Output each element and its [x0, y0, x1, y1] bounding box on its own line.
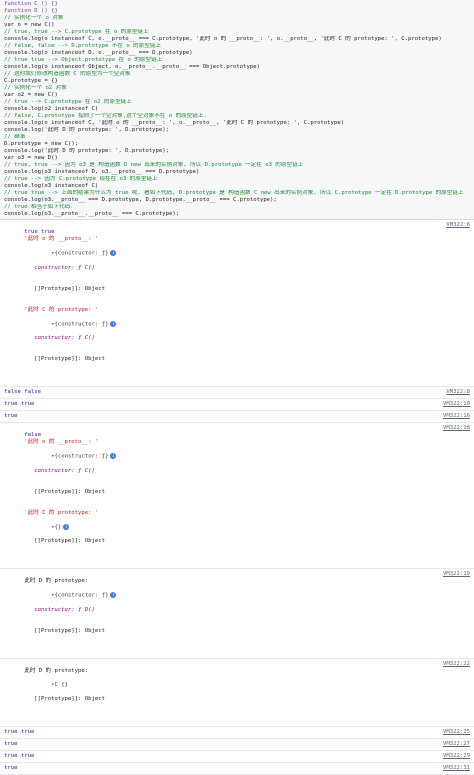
code-line: console.log(o instanceof D, o.__proto__ … — [4, 50, 193, 56]
code-line: console.log(o instanceof Object, o.__pro… — [4, 64, 260, 70]
string-output: '此时 C 的 prototype: ' — [24, 509, 99, 516]
object-preview[interactable]: {constructor: ƒ} — [55, 251, 109, 257]
code-line: // true true --> 上面的结果为什么为 true 呢, 看如下代码… — [4, 190, 464, 196]
source-link[interactable]: VM322:19 — [436, 569, 474, 578]
source-link[interactable]: VM322:8 — [436, 387, 474, 396]
info-icon[interactable]: i — [63, 523, 70, 530]
bool-output: false false — [4, 389, 42, 395]
console-row: true true VM322:29 — [0, 751, 474, 763]
bool-output: true — [4, 413, 18, 419]
object-preview[interactable]: {} — [55, 524, 62, 530]
string-output: '此时 C 的 prototype: ' — [24, 306, 99, 313]
bool-output: true true — [4, 752, 35, 759]
code-line: // true --> 因为 C.prototype 现在在 o3 的原型链上 — [4, 176, 158, 182]
console-row: false false VM322:8 — [0, 387, 474, 399]
code-line: // false, C.prototype 指向了一个空对象,这个空对象不在 o… — [4, 113, 207, 119]
bool-output: true true — [4, 728, 35, 735]
console-row: false '此时 o 的 __proto__: ' ▾{constructor… — [0, 423, 474, 569]
source-link[interactable]: VM322:6 — [436, 220, 474, 229]
code-line: // true true --> Object.prototype 在 o 的原… — [4, 57, 163, 63]
code-block: function C () {} function D () {}// 实例化一个… — [0, 0, 474, 220]
code-line: // 实例化一个 o2 对象 — [4, 85, 67, 91]
console-row: 此时 D 的 prototype: ▾{constructor: ƒ} i con… — [0, 569, 474, 659]
string-output: '此时 o 的 __proto__: ' — [24, 236, 99, 242]
code-line: console.log(o3.__proto__ === D.prototype… — [4, 197, 277, 203]
code-line: D.prototype = new C(); — [4, 141, 79, 147]
source-link[interactable]: VM322:22 — [436, 659, 474, 668]
source-link[interactable]: VM322:10 — [436, 399, 474, 408]
code-line: // true, true --> C.prototype 在 o 的原型链上 — [4, 29, 149, 35]
string-output: 此时 D 的 prototype: — [24, 578, 92, 584]
code-line: console.log(o2 instanceof C) — [4, 106, 99, 112]
code-line: // 实例化一个 o 对象 — [4, 15, 64, 21]
console-row: true true VM322:10 — [0, 399, 474, 411]
code-line: console.log(o instanceof C, o.__proto__ … — [4, 36, 442, 42]
info-icon[interactable]: i — [110, 453, 117, 459]
code-line: // 这时我们修改构造函数 C 的原型为一个空对象 — [4, 71, 131, 77]
code-line: function D () {} — [4, 8, 58, 14]
prototype-entry[interactable]: [[Prototype]]: Object — [24, 538, 105, 545]
source-link[interactable]: VM322:27 — [436, 739, 474, 748]
source-link[interactable]: VM322:18 — [436, 423, 474, 432]
console-row: true VM322:16 — [0, 411, 474, 423]
code-line: C.prototype = {} — [4, 78, 58, 84]
code-line: console.log(o instanceof C, '此时 o 的 __pr… — [4, 120, 345, 126]
console-row: true VM322:31 — [0, 763, 474, 775]
bool-output: false — [24, 432, 42, 438]
code-line: var o3 = new D() — [4, 155, 58, 161]
bool-output: true — [4, 764, 18, 771]
source-link[interactable]: VM322:31 — [436, 763, 474, 772]
console-row: true true VM322:25 — [0, 727, 474, 739]
prototype-entry[interactable]: [[Prototype]]: Object — [24, 356, 116, 363]
bool-output: true true — [24, 229, 55, 235]
console-row: 此时 D 的 prototype: ▾C {} [[Prototype]]: O… — [0, 659, 474, 727]
string-output: '此时 o 的 __proto__: ' — [24, 439, 99, 445]
code-line: console.log(o3 instanceof D, o3.__proto_… — [4, 169, 200, 175]
constructor-entry[interactable]: constructor: ƒ C() — [24, 335, 116, 342]
object-preview[interactable]: {constructor: ƒ} — [55, 321, 109, 327]
code-line: var o2 = new C() — [4, 92, 58, 98]
code-line: // true 相当于如下代码 — [4, 204, 71, 210]
object-preview[interactable]: {constructor: ƒ} — [55, 593, 109, 599]
info-icon[interactable]: i — [110, 320, 117, 327]
code-line: // true, true --> 因为 o3 是 构造函数 D new 出来的… — [4, 162, 304, 168]
code-line: console.log(o3.__proto__.__proto__ === C… — [4, 211, 180, 217]
constructor-entry[interactable]: constructor: ƒ C() — [24, 265, 116, 272]
code-line: // false, false --> D.prototype 不在 o 的原型… — [4, 43, 162, 49]
prototype-entry[interactable]: [[Prototype]]: Object — [24, 489, 116, 496]
code-line: // 继承 — [4, 134, 26, 140]
string-output: 此时 D 的 prototype: — [24, 667, 92, 674]
code-line: console.log('此时 D 的 prototype: ', D.prot… — [4, 127, 169, 133]
constructor-entry[interactable]: constructor: ƒ D() — [24, 607, 116, 614]
code-line: console.log('此时 D 的 prototype: ', D.prot… — [4, 148, 169, 154]
prototype-entry[interactable]: [[Prototype]]: Object — [24, 286, 116, 293]
code-line: var o = new C() — [4, 22, 55, 28]
bool-output: true true — [4, 401, 35, 407]
code-line: function C () {} — [4, 1, 58, 7]
object-preview[interactable]: {constructor: ƒ} — [55, 454, 109, 460]
console-row: true VM322:27 — [0, 739, 474, 751]
source-link[interactable]: VM322:29 — [436, 751, 474, 760]
console-row: true true '此时 o 的 __proto__: ' ▾{constru… — [0, 220, 474, 387]
source-link[interactable]: VM322:25 — [436, 727, 474, 736]
code-line: console.log(o3 instanceof C) — [4, 183, 99, 189]
constructor-entry[interactable]: constructor: ƒ C() — [24, 468, 116, 475]
prototype-entry[interactable]: [[Prototype]]: Object — [24, 696, 105, 703]
info-icon[interactable]: i — [110, 592, 117, 598]
code-line: // true --> C.prototype 在 o2 的原型链上 — [4, 99, 132, 105]
source-link[interactable]: VM322:16 — [436, 411, 474, 420]
console-output: true true '此时 o 的 __proto__: ' ▾{constru… — [0, 220, 474, 775]
info-icon[interactable]: i — [110, 250, 117, 256]
bool-output: true — [4, 740, 18, 747]
prototype-entry[interactable]: [[Prototype]]: Object — [24, 628, 116, 635]
object-preview[interactable]: C {} — [55, 682, 68, 688]
